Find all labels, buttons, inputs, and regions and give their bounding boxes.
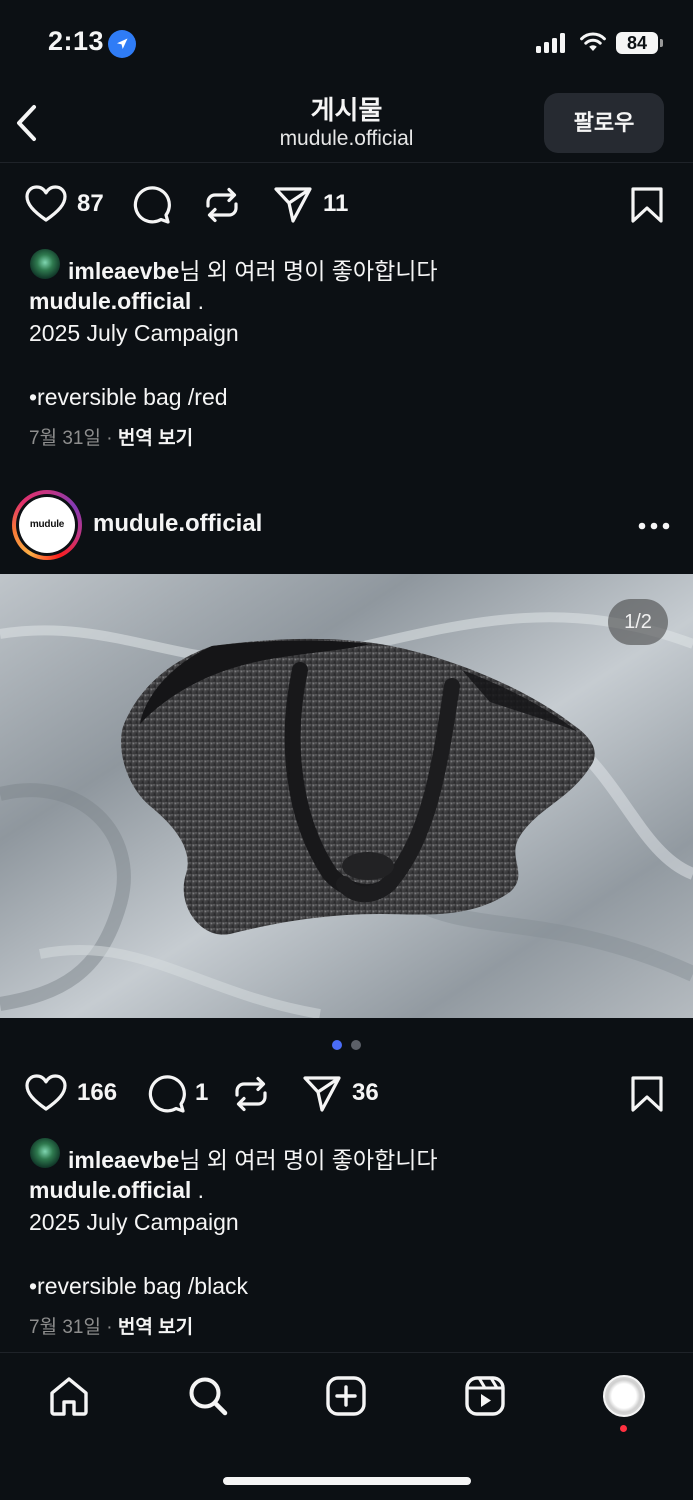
caption-line: •reversible bag /red: [29, 384, 228, 410]
repost-icon[interactable]: [232, 1075, 270, 1113]
share-count[interactable]: 11: [323, 190, 348, 218]
liked-by-text[interactable]: imleaevbe님 외 여러 명이 좋아합니다: [68, 252, 438, 286]
like-count[interactable]: 87: [77, 190, 104, 218]
caption-username[interactable]: mudule.official: [29, 1177, 191, 1203]
comment-icon[interactable]: [146, 1074, 186, 1114]
caption-dot: .: [191, 288, 205, 314]
caption-header: mudule.official .: [29, 288, 204, 315]
reels-icon[interactable]: [464, 1375, 506, 1417]
carousel-dot-active[interactable]: [332, 1040, 342, 1050]
caption-line: 2025 July Campaign: [29, 1209, 239, 1235]
author-avatar[interactable]: mudule: [19, 497, 75, 553]
caption-header: mudule.official .: [29, 1177, 204, 1204]
header-divider: [0, 162, 693, 163]
battery-nub: [660, 39, 663, 47]
liked-by-username[interactable]: imleaevbe: [68, 258, 179, 284]
like-icon[interactable]: [25, 1074, 67, 1112]
caption-username[interactable]: mudule.official: [29, 288, 191, 314]
share-icon[interactable]: [273, 186, 313, 224]
caption-line: 2025 July Campaign: [29, 320, 239, 346]
post-date: 7월 31일: [29, 428, 101, 449]
post-photo[interactable]: [0, 574, 693, 1018]
cellular-signal-icon: [536, 33, 568, 53]
liked-by-username[interactable]: imleaevbe: [68, 1147, 179, 1173]
liked-by-suffix: 님 외 여러 명이 좋아합니다: [179, 1147, 438, 1173]
more-options-icon[interactable]: [638, 520, 670, 532]
notification-dot: [620, 1425, 627, 1432]
translate-link[interactable]: 번역 보기: [118, 1317, 193, 1338]
like-count[interactable]: 166: [77, 1079, 117, 1107]
meta-separator: ·: [100, 1317, 118, 1338]
meta-separator: ·: [100, 428, 118, 449]
wifi-icon: [579, 30, 607, 52]
post-date: 7월 31일: [29, 1317, 101, 1338]
comment-count[interactable]: 1: [195, 1079, 208, 1107]
bookmark-icon[interactable]: [630, 1075, 664, 1113]
carousel-page-badge: 1/2: [608, 599, 668, 645]
author-username[interactable]: mudule.official: [93, 510, 262, 538]
liked-by-text[interactable]: imleaevbe님 외 여러 명이 좋아합니다: [68, 1141, 438, 1175]
status-time: 2:13: [48, 26, 105, 56]
home-indicator: [223, 1477, 471, 1485]
liked-by-suffix: 님 외 여러 명이 좋아합니다: [179, 258, 438, 284]
liked-by-avatar[interactable]: [30, 1138, 60, 1168]
like-icon[interactable]: [25, 185, 67, 223]
home-icon[interactable]: [48, 1375, 90, 1417]
repost-icon[interactable]: [203, 186, 241, 224]
post-meta: 7월 31일 · 번역 보기: [29, 423, 193, 450]
location-arrow-icon: [108, 30, 136, 58]
follow-button[interactable]: 팔로우: [544, 93, 664, 153]
share-count[interactable]: 36: [352, 1079, 379, 1107]
caption-dot: .: [191, 1177, 205, 1203]
profile-avatar[interactable]: [603, 1375, 645, 1417]
battery-indicator: 84: [616, 32, 658, 54]
bookmark-icon[interactable]: [630, 186, 664, 224]
search-icon[interactable]: [187, 1375, 229, 1417]
translate-link[interactable]: 번역 보기: [118, 428, 193, 449]
comment-icon[interactable]: [131, 185, 171, 225]
create-icon[interactable]: [325, 1375, 367, 1417]
caption-line: •reversible bag /black: [29, 1273, 248, 1299]
liked-by-avatar[interactable]: [30, 249, 60, 279]
post-meta: 7월 31일 · 번역 보기: [29, 1312, 193, 1339]
share-icon[interactable]: [302, 1075, 342, 1113]
carousel-dot[interactable]: [351, 1040, 361, 1050]
